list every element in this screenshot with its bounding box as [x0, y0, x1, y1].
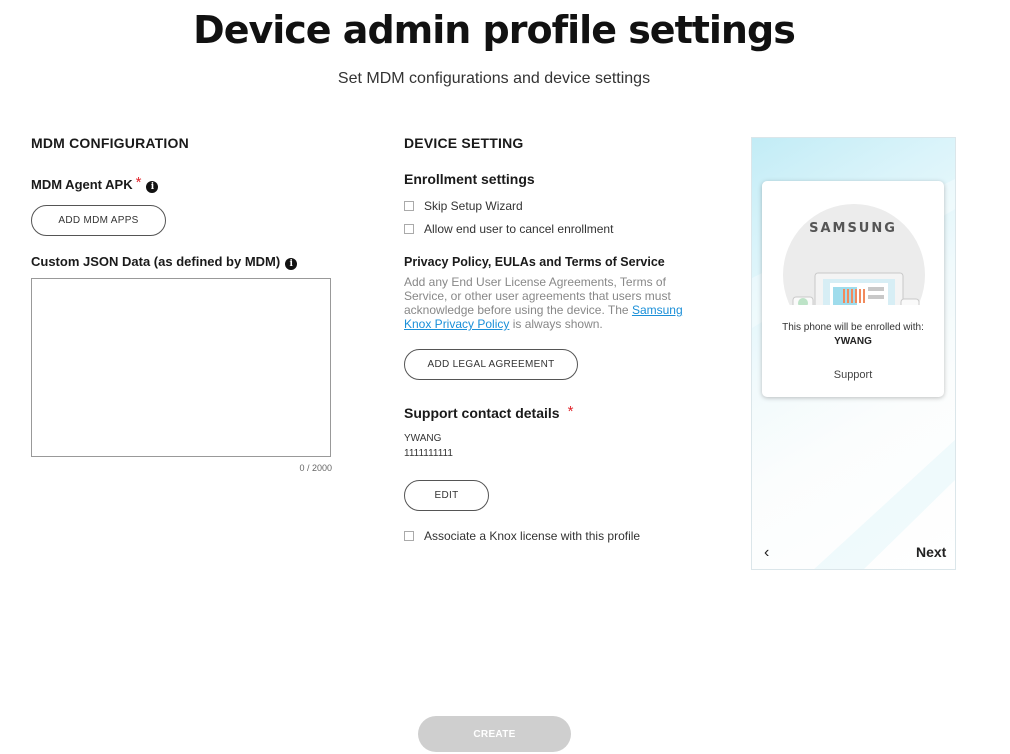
add-mdm-apps-button[interactable]: ADD MDM APPS — [31, 205, 166, 236]
mdm-agent-apk-label-text: MDM Agent APK — [31, 177, 133, 192]
mdm-agent-apk-label: MDM Agent APK * i — [31, 174, 159, 193]
back-chevron-icon[interactable]: ‹ — [764, 544, 769, 562]
knox-license-checkbox[interactable] — [404, 531, 414, 541]
legal-description-suffix: is always shown. — [512, 317, 603, 331]
required-asterisk: * — [567, 403, 574, 420]
allow-cancel-enrollment-checkbox[interactable] — [404, 224, 414, 234]
custom-json-label: Custom JSON Data (as defined by MDM) i — [31, 254, 298, 270]
required-asterisk: * — [135, 174, 142, 191]
allow-cancel-enrollment-label: Allow end user to cancel enrollment — [424, 222, 614, 236]
custom-json-input[interactable] — [31, 278, 331, 457]
support-link[interactable]: Support — [762, 369, 944, 381]
allow-cancel-enrollment-row[interactable]: Allow end user to cancel enrollment — [404, 222, 613, 236]
json-char-counter: 0 / 2000 — [299, 463, 332, 473]
next-button[interactable]: Next — [916, 544, 946, 560]
enrolled-org-name: YWANG — [834, 336, 872, 347]
skip-setup-wizard-label: Skip Setup Wizard — [424, 199, 523, 213]
page-subtitle: Set MDM configurations and device settin… — [337, 70, 651, 87]
info-icon[interactable]: i — [285, 258, 298, 270]
support-contact-title-text: Support contact details — [404, 405, 560, 421]
legal-description: Add any End User License Agreements, Ter… — [404, 275, 704, 331]
info-icon[interactable]: i — [146, 181, 159, 193]
legal-section-title: Privacy Policy, EULAs and Terms of Servi… — [404, 255, 665, 269]
skip-setup-wizard-checkbox[interactable] — [404, 201, 414, 211]
support-contact-name: YWANG — [404, 433, 442, 444]
legal-description-text: Add any End User License Agreements, Ter… — [404, 275, 671, 317]
support-contact-phone: 1111111111 — [404, 448, 453, 459]
mdm-section-title: MDM CONFIGURATION — [31, 135, 189, 151]
edit-support-button[interactable]: EDIT — [404, 480, 489, 511]
skip-setup-wizard-row[interactable]: Skip Setup Wizard — [404, 199, 523, 213]
enrolled-with-text: This phone will be enrolled with: — [782, 322, 924, 333]
knox-license-row[interactable]: Associate a Knox license with this profi… — [404, 529, 640, 543]
device-section-title: DEVICE SETTING — [404, 135, 524, 151]
enrollment-card: SAMSUNG This phone will be enrolled with… — [762, 181, 944, 397]
devices-illustration — [783, 203, 925, 305]
enrollment-preview-phone: SAMSUNG This phone will be enrolled with… — [751, 137, 956, 570]
page-title: Device admin profile settings — [193, 8, 796, 52]
knox-license-label: Associate a Knox license with this profi… — [424, 529, 641, 543]
samsung-logo: SAMSUNG — [809, 221, 897, 236]
custom-json-label-text: Custom JSON Data (as defined by MDM) — [31, 254, 281, 269]
support-contact-title: Support contact details * — [404, 403, 573, 421]
add-legal-agreement-button[interactable]: ADD LEGAL AGREEMENT — [404, 349, 578, 380]
enrollment-settings-title: Enrollment settings — [404, 171, 535, 187]
create-button[interactable]: CREATE — [418, 716, 571, 752]
